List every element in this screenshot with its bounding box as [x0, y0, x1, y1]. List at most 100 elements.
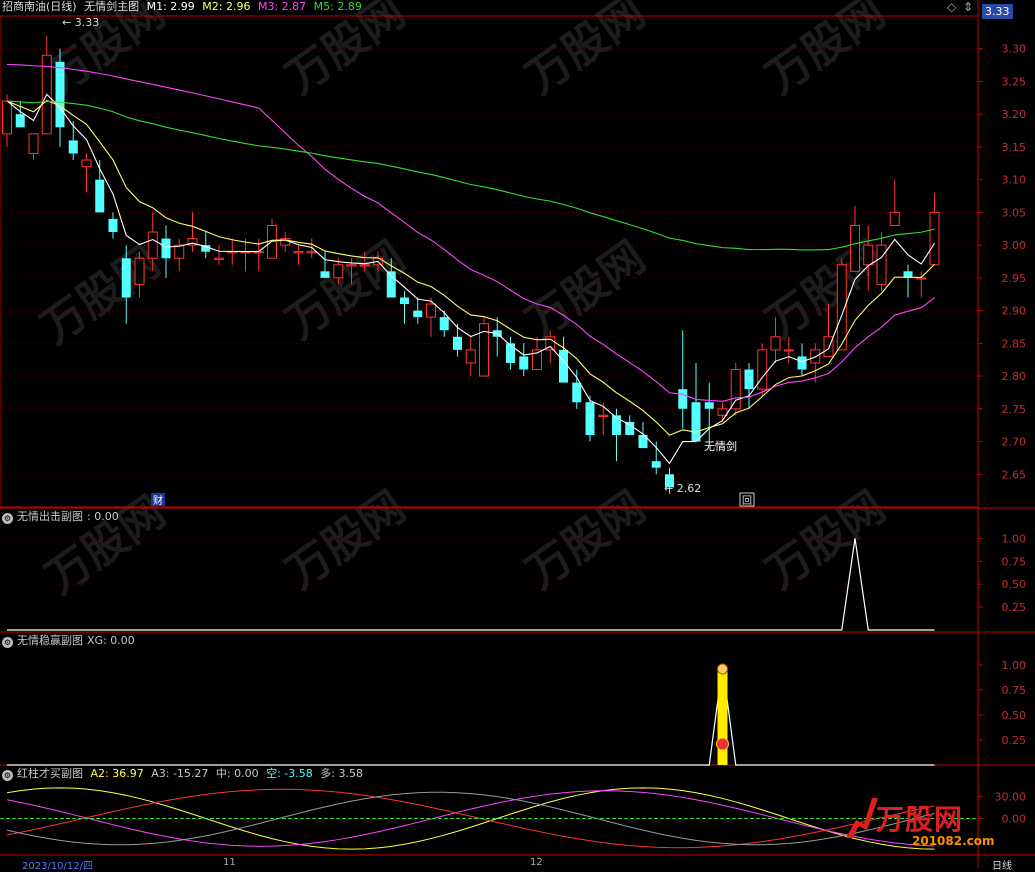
candle-body [651, 461, 661, 468]
candle-body [585, 402, 595, 435]
signal-coin-icon [716, 737, 729, 751]
gear-icon[interactable]: ⚙ [2, 513, 13, 524]
y-tick-label: 2.95 [1002, 272, 1027, 285]
sub2-line [7, 664, 935, 766]
watermark-text: 万股网 [517, 482, 654, 599]
sub3-header: ⚙ 红柱才买副图 A2: 36.97 A3: -15.27 中: 0.00 空: … [2, 767, 367, 781]
expand-icon[interactable]: ⇕ [963, 0, 973, 14]
sub2-value: XG: 0.00 [87, 634, 135, 647]
candle-body [400, 297, 409, 305]
candle-body [572, 382, 582, 403]
candle-body [850, 224, 860, 272]
sub1-title[interactable]: 无情出击副图 [17, 510, 83, 523]
candle-body [744, 369, 754, 390]
a2-value: A2: 36.97 [90, 767, 144, 780]
candle-body [465, 349, 476, 364]
watermark-text: 万股网 [757, 482, 894, 599]
gear-icon[interactable]: ⚙ [2, 770, 13, 781]
watermark-text: 万股网 [277, 482, 414, 599]
watermark-brand: 万股网 [876, 803, 964, 836]
sub1-value: : 0.00 [87, 510, 119, 523]
sub2-header: ⚙ 无情稳赢副图 XG: 0.00 [2, 634, 139, 648]
y-tick-label: 2.90 [1002, 305, 1027, 318]
kong-value: 空: -3.58 [266, 767, 313, 780]
candle-body [757, 349, 768, 390]
candle-body [730, 369, 741, 410]
zhong-value: 中: 0.00 [215, 767, 259, 780]
candle-body [306, 251, 317, 254]
watermark-url: 201082.com [912, 834, 995, 848]
candle-body [28, 133, 39, 154]
candle-body [174, 244, 185, 259]
cai-badge-text: 财 [153, 494, 163, 507]
status-period[interactable]: 日线 [992, 857, 1012, 872]
candle-body [559, 349, 568, 383]
duo-value: 多: 3.58 [320, 767, 363, 780]
y-tick-label: 1.00 [1002, 659, 1027, 672]
y-tick-label: 2.65 [1002, 468, 1027, 481]
money-bag-icon [717, 663, 728, 675]
stock-title[interactable]: 招商南油(日线) [2, 0, 77, 13]
candle-body [876, 244, 887, 285]
m1-value: M1: 2.99 [146, 0, 195, 13]
candle-body [108, 218, 118, 233]
sub2-title[interactable]: 无情稳赢副图 [17, 634, 83, 647]
high-label: ← 3.33 [62, 16, 99, 29]
y-tick-label: 3.20 [1002, 108, 1027, 121]
watermark-text: 万股网 [517, 232, 654, 349]
candle-body [214, 257, 224, 260]
y-tick-label: 3.05 [1002, 206, 1027, 219]
diamond-icon[interactable]: ◇ [947, 0, 956, 14]
signal-bar [717, 670, 728, 765]
candle-body [797, 356, 807, 370]
candle-body [598, 414, 609, 418]
signal-label: 无情剑 [704, 439, 737, 453]
y-tick-label: 3.10 [1002, 174, 1027, 187]
status-bar: 2023/10/12/四 11 12 日线 [0, 857, 1035, 872]
candle-body [426, 303, 436, 318]
y-tick-label: 2.80 [1002, 370, 1027, 383]
status-month-12: 12 [530, 857, 543, 868]
status-month-11: 11 [223, 857, 236, 868]
chart-canvas: 万股网万股网万股网万股网万股网万股网万股网万股网万股网万股网万股网万股网 3.30… [0, 0, 1035, 868]
candle-body [293, 251, 304, 254]
candle-body [121, 258, 131, 298]
candle-body [2, 100, 12, 135]
arrow-logo-icon [846, 798, 878, 838]
candle-body [320, 271, 330, 278]
candle-body [506, 343, 515, 363]
candle-body [147, 231, 158, 259]
candle-body [717, 408, 728, 416]
gear-icon[interactable]: ⚙ [2, 637, 13, 648]
indicator-name[interactable]: 无情剑主图 [84, 0, 139, 13]
m3-value: M3: 2.87 [257, 0, 307, 13]
m5-value: M5: 2.89 [313, 0, 362, 13]
y-tick-label: 3.30 [1002, 43, 1027, 56]
y-tick-label: 0.50 [1002, 578, 1027, 591]
y-tick-label: 2.85 [1002, 337, 1027, 350]
sub3-title[interactable]: 红柱才买副图 [17, 767, 83, 780]
y-tick-label: 0.00 [1002, 813, 1027, 826]
candle-body [439, 317, 449, 331]
candle-body [453, 336, 462, 350]
candle-body [161, 238, 171, 259]
candle-body [889, 211, 900, 226]
y-tick-label: 3.15 [1002, 141, 1027, 154]
candle-body [134, 257, 145, 285]
y-tick-label: 3.25 [1002, 75, 1027, 88]
candle-body [359, 264, 370, 267]
a3-value: A3: -15.27 [151, 767, 209, 780]
candle-body [770, 336, 781, 351]
y-tick-label: 0.75 [1002, 555, 1027, 568]
y-tick-label: 0.75 [1002, 684, 1027, 697]
y-tick-label: 0.25 [1002, 734, 1027, 747]
candle-body [929, 211, 940, 266]
candle-body [81, 159, 92, 168]
m2-value: M2: 2.96 [202, 0, 251, 13]
candle-body [333, 264, 344, 279]
y-tick-label: 2.75 [1002, 403, 1027, 416]
candle-body [15, 114, 25, 128]
status-date: 2023/10/12/四 [22, 861, 94, 872]
candle-body [783, 349, 794, 352]
candle-body [863, 244, 874, 266]
